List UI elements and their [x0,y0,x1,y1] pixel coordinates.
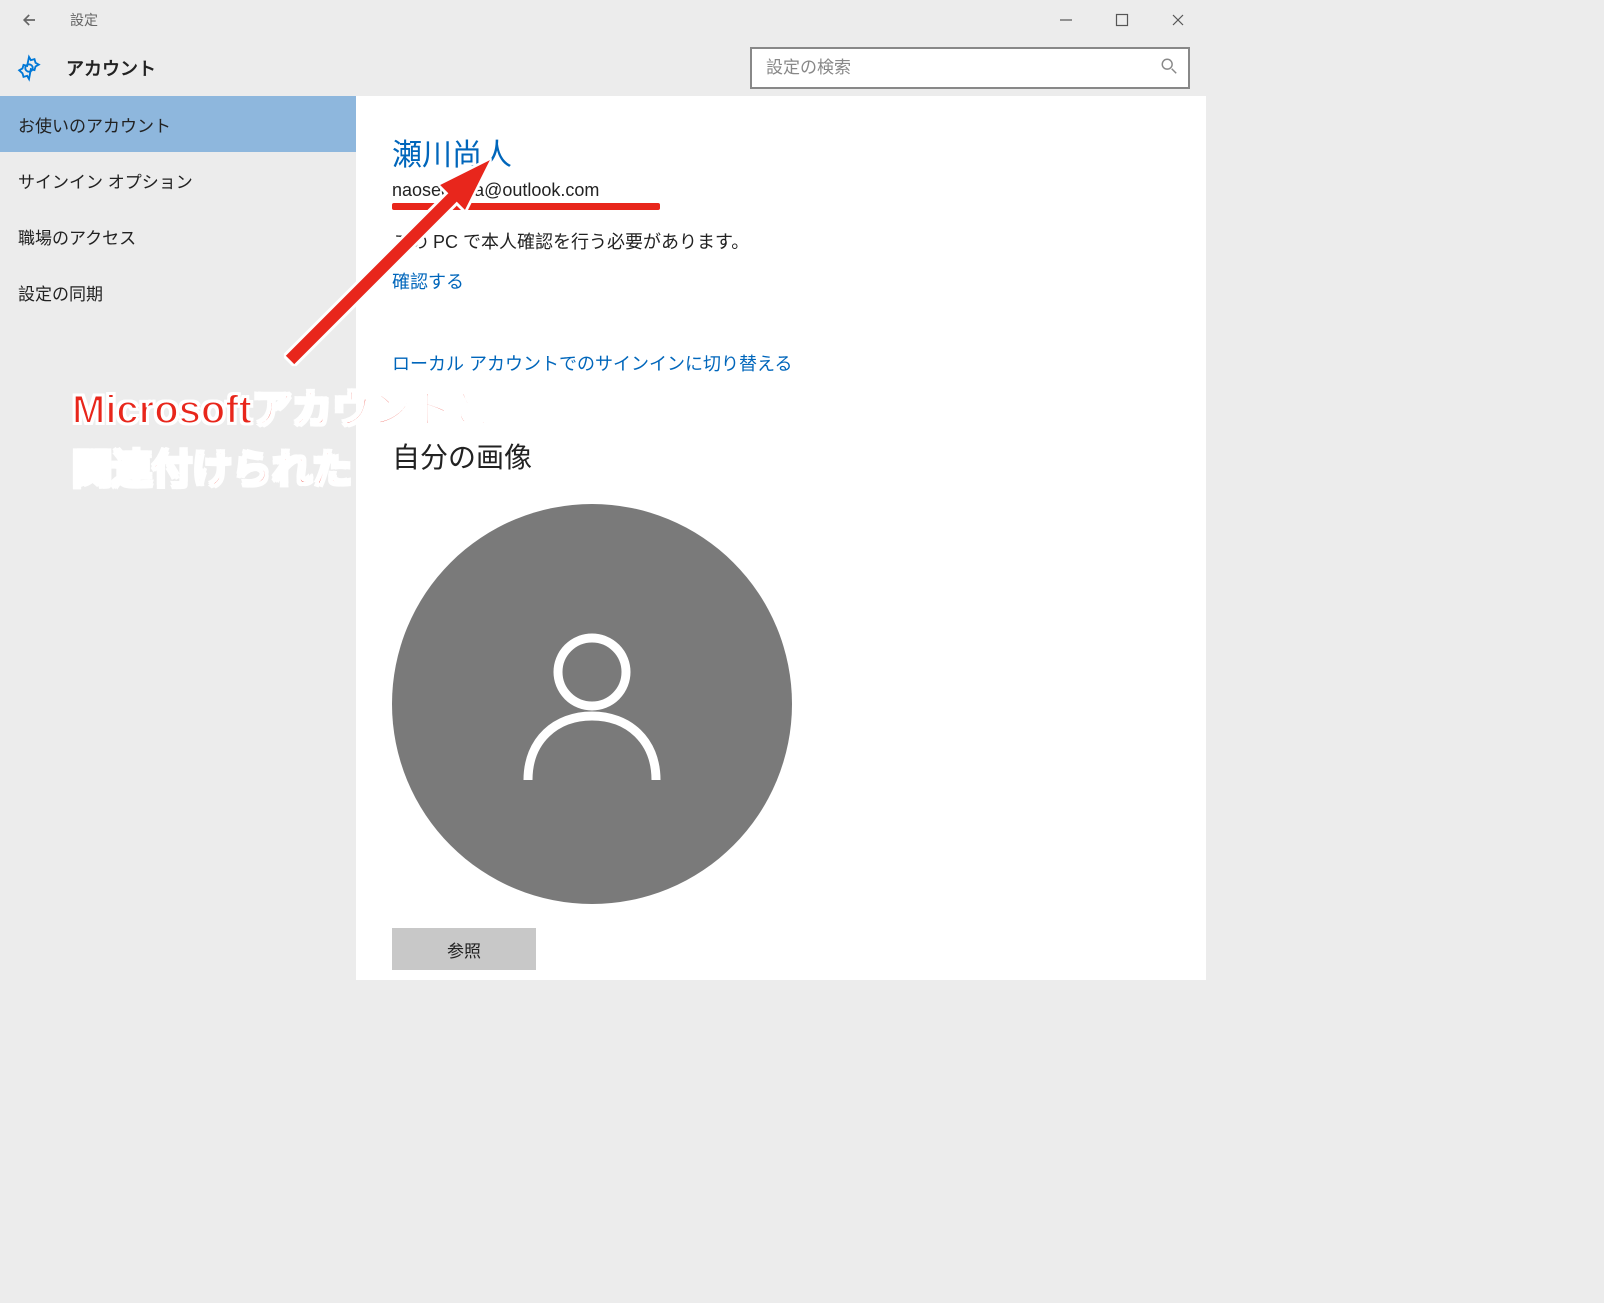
sidebar: お使いのアカウント サインイン オプション 職場のアクセス 設定の同期 [0,96,356,980]
content-pane: 瀬川尚人 naosegawa@outlook.com この PC で本人確認を行… [356,96,1206,980]
sidebar-item-label: サインイン オプション [18,168,193,193]
minimize-button[interactable] [1038,0,1094,40]
browse-button[interactable]: 参照 [392,928,536,970]
account-display-name: 瀬川尚人 [392,130,1166,174]
search-input[interactable] [766,58,1160,78]
titlebar-label: 設定 [70,10,98,30]
header: アカウント [0,40,1206,96]
search-icon [1160,57,1178,80]
sidebar-item-label: お使いのアカウント [18,112,171,137]
sidebar-item-your-account[interactable]: お使いのアカウント [0,96,356,152]
titlebar: 設定 [0,0,1206,40]
annotation-underline [392,203,660,210]
switch-local-account-link[interactable]: ローカル アカウントでのサインインに切り替える [392,350,792,376]
settings-window: 設定 アカウント お使い [0,0,1206,980]
close-button[interactable] [1150,0,1206,40]
picture-heading: 自分の画像 [392,436,1166,476]
sidebar-item-label: 職場のアクセス [18,224,136,249]
verify-message: この PC で本人確認を行う必要があります。 [392,228,1166,254]
sidebar-item-sync-settings[interactable]: 設定の同期 [0,264,356,320]
verify-link[interactable]: 確認する [392,268,464,294]
body: お使いのアカウント サインイン オプション 職場のアクセス 設定の同期 瀬川尚人… [0,96,1206,980]
sidebar-item-work-access[interactable]: 職場のアクセス [0,208,356,264]
avatar-placeholder [392,504,792,904]
maximize-button[interactable] [1094,0,1150,40]
page-title: アカウント [66,55,156,81]
back-button[interactable] [0,0,60,40]
search-box[interactable] [750,47,1190,89]
account-email: naosegawa@outlook.com [392,180,599,201]
sidebar-item-signin-options[interactable]: サインイン オプション [0,152,356,208]
gear-icon [12,51,46,85]
sidebar-item-label: 設定の同期 [18,280,103,305]
